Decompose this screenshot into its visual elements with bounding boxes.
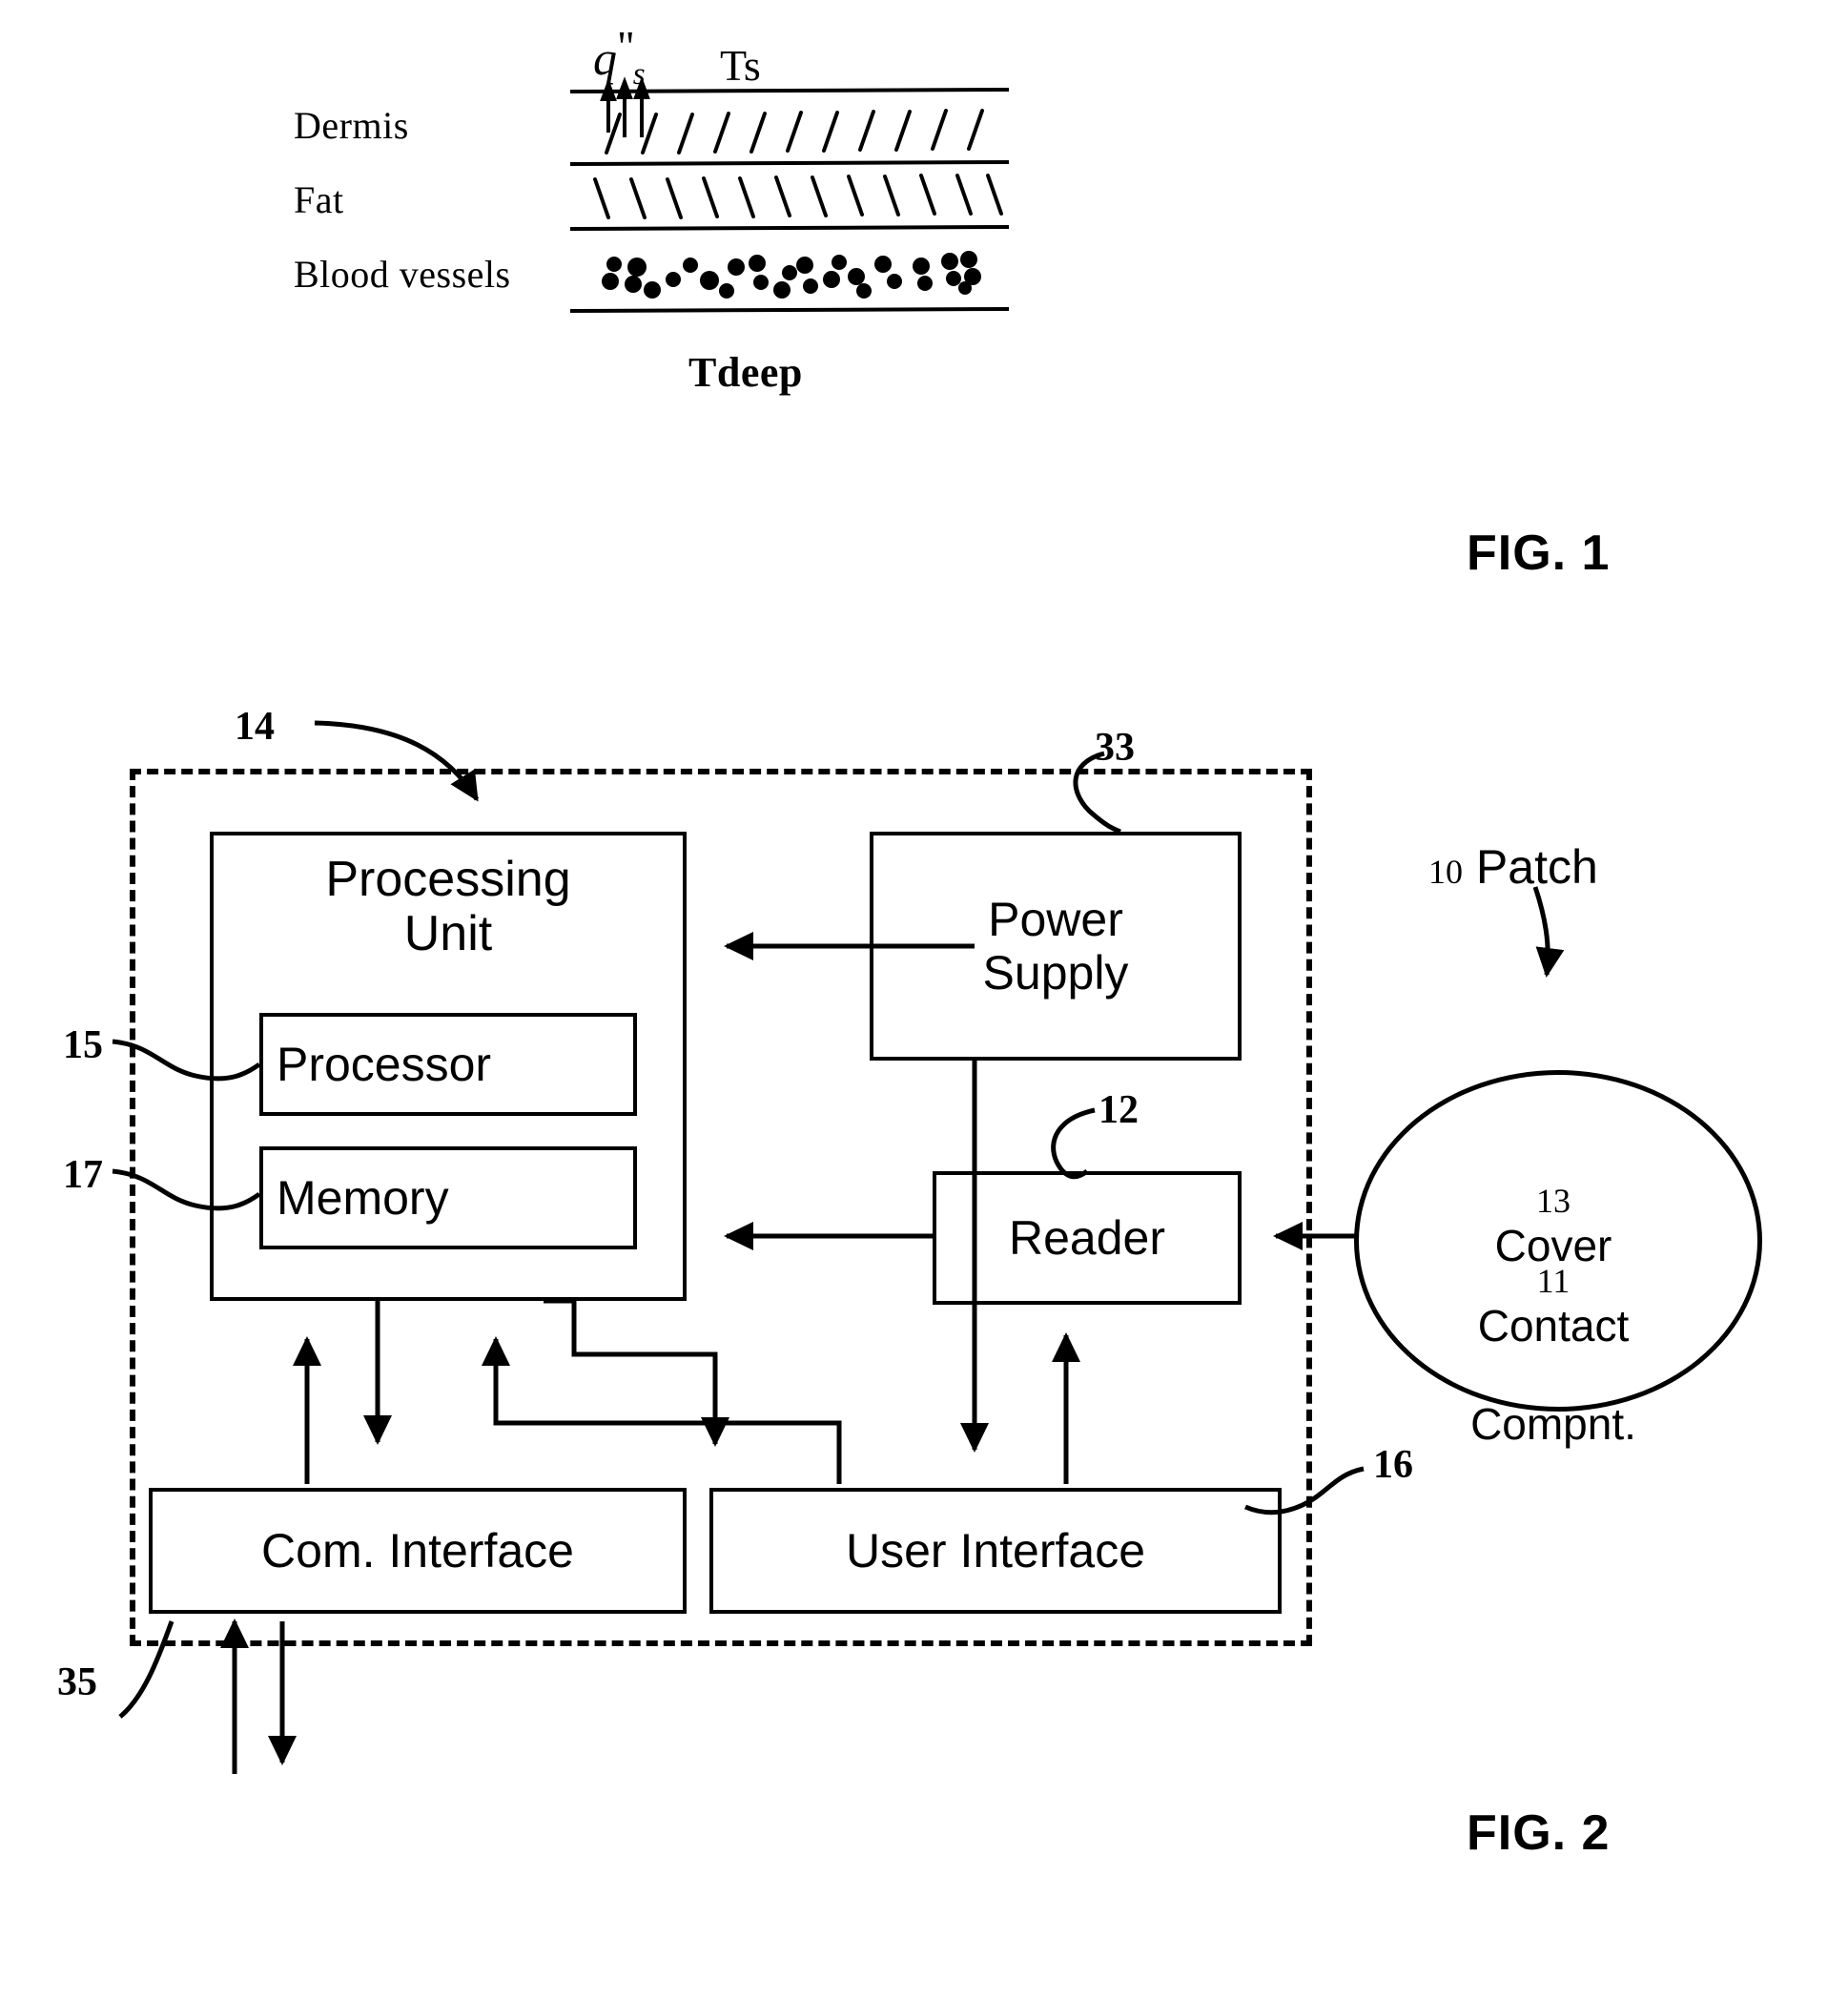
figure-2: Processing Unit Processor Memory Power S… [0, 0, 1848, 2000]
patent-figure-page: Dermis Fat Blood vessels q"s Ts Tdeep FI… [0, 0, 1848, 2000]
patch-ref-number: 10 [1428, 853, 1463, 891]
block-processor[interactable]: Processor [259, 1013, 637, 1116]
ref-number-33: 33 [1095, 726, 1135, 770]
block-reader[interactable]: Reader [933, 1171, 1242, 1305]
processor-label: Processor [277, 1038, 492, 1091]
contact-component-label-group: 11 Contact Compnt. [1354, 1204, 1753, 1498]
ref-number-16: 16 [1373, 1443, 1413, 1487]
ref-number-17: 17 [63, 1153, 103, 1197]
contact-label-line1: Contact [1477, 1301, 1630, 1351]
patch-title-group: 10 Patch [1428, 839, 1598, 895]
user-interface-label: User Interface [845, 1524, 1145, 1577]
processing-unit-label: Processing Unit [325, 852, 571, 962]
ref-number-14: 14 [235, 705, 275, 749]
memory-label: Memory [277, 1171, 449, 1225]
block-power-supply[interactable]: Power Supply [870, 832, 1242, 1061]
ref-number-15: 15 [63, 1023, 103, 1067]
block-user-interface[interactable]: User Interface [709, 1488, 1282, 1614]
power-supply-label: Power Supply [982, 893, 1129, 1000]
reader-label: Reader [1009, 1211, 1165, 1265]
contact-label-line2: Compnt. [1470, 1399, 1636, 1450]
figure2-caption: FIG. 2 [1467, 1805, 1611, 1861]
ref-number-35: 35 [57, 1660, 97, 1704]
block-memory[interactable]: Memory [259, 1146, 637, 1249]
contact-ref-number: 11 [1536, 1261, 1571, 1300]
patch-label: Patch [1475, 840, 1598, 894]
ref-number-12: 12 [1099, 1088, 1139, 1132]
block-com-interface[interactable]: Com. Interface [149, 1488, 687, 1614]
com-interface-label: Com. Interface [261, 1524, 574, 1577]
